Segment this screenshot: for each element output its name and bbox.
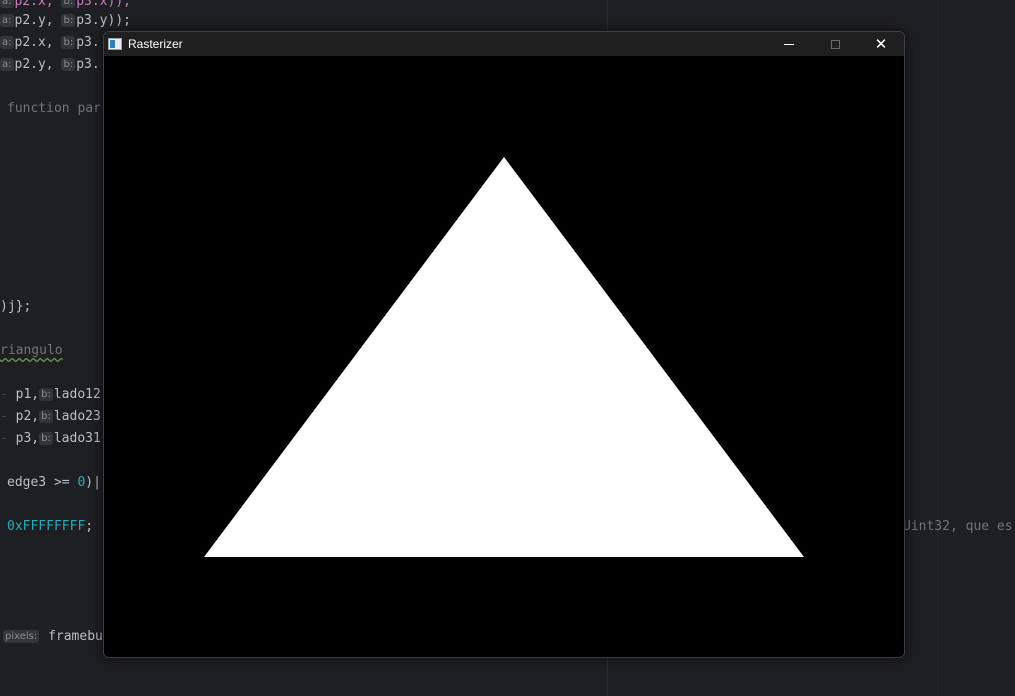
inlay-hint: b: (39, 410, 53, 423)
code-text: p3. (76, 35, 100, 50)
code-text: p2.x, (14, 35, 62, 50)
minimize-button[interactable] (766, 32, 812, 56)
inlay-hint: a: (0, 36, 14, 49)
inlay-hint: a: (0, 14, 14, 27)
code-text: p3. (76, 57, 100, 72)
code-line: riangulo (0, 343, 63, 358)
render-canvas[interactable] (104, 56, 904, 657)
code-text: lado31 (53, 431, 101, 446)
code-text: edge3 >= (7, 475, 78, 490)
code-line: a: p2.y, b: p3. (0, 54, 100, 76)
render-surface (204, 157, 804, 557)
code-text: ; (85, 519, 94, 534)
code-line: edge3 >= 0)| (7, 472, 101, 494)
code-text: p2.y, (14, 57, 62, 72)
rendered-triangle (204, 157, 804, 557)
code-line: )j}; (0, 299, 32, 314)
inlay-hint: b: (61, 14, 76, 27)
code-line: function par (7, 101, 101, 116)
maximize-button[interactable] (812, 32, 858, 56)
app-window-icon (108, 38, 122, 50)
code-text: p2.x, (14, 0, 62, 9)
code-text: lado23 (53, 409, 101, 424)
code-line: a: p2.y, b: p3.y)); (0, 10, 131, 32)
code-text: p3, (15, 431, 40, 446)
close-button[interactable]: ✕ (858, 32, 904, 56)
code-text: p2, (15, 409, 40, 424)
inlay-hint: a: (0, 58, 14, 71)
inlay-hint: pixels: (3, 630, 40, 643)
code-line: a: p2.x, b: p3. (0, 32, 100, 54)
code-line: pixels: framebu (3, 626, 103, 648)
code-text: framebu (48, 629, 103, 644)
code-text: p2.y, (14, 13, 62, 28)
code-line: - p3, b: lado31 (0, 431, 101, 446)
inlay-hint: b: (61, 36, 76, 49)
inlay-hint: b: (39, 388, 53, 401)
code-text: )| (85, 475, 101, 490)
window-title: Rasterizer (128, 37, 183, 51)
minimize-icon (784, 43, 794, 45)
code-text: p3.y)); (76, 13, 131, 28)
code-line: 0xFFFFFFFF; (7, 516, 93, 538)
rasterizer-window[interactable]: Rasterizer ✕ (103, 31, 905, 658)
window-titlebar[interactable]: Rasterizer ✕ (104, 32, 904, 56)
code-text: p3.x)); (76, 0, 131, 9)
inlay-hint: b: (61, 58, 76, 71)
code-line: - p2, b: lado23 (0, 409, 101, 424)
code-line: - p1, b: lado12 (0, 387, 101, 402)
inlay-hint: a: (0, 0, 14, 8)
close-icon: ✕ (874, 34, 888, 53)
code-text: p1, (15, 387, 40, 402)
code-comment: Uint32, que es (903, 519, 1013, 534)
inlay-hint: b: (39, 432, 53, 445)
maximize-icon (830, 39, 840, 49)
code-number: 0xFFFFFFFF (7, 519, 86, 534)
editor-guide-line (937, 0, 938, 696)
inlay-hint: b: (61, 0, 76, 8)
code-text: lado12 (53, 387, 101, 402)
